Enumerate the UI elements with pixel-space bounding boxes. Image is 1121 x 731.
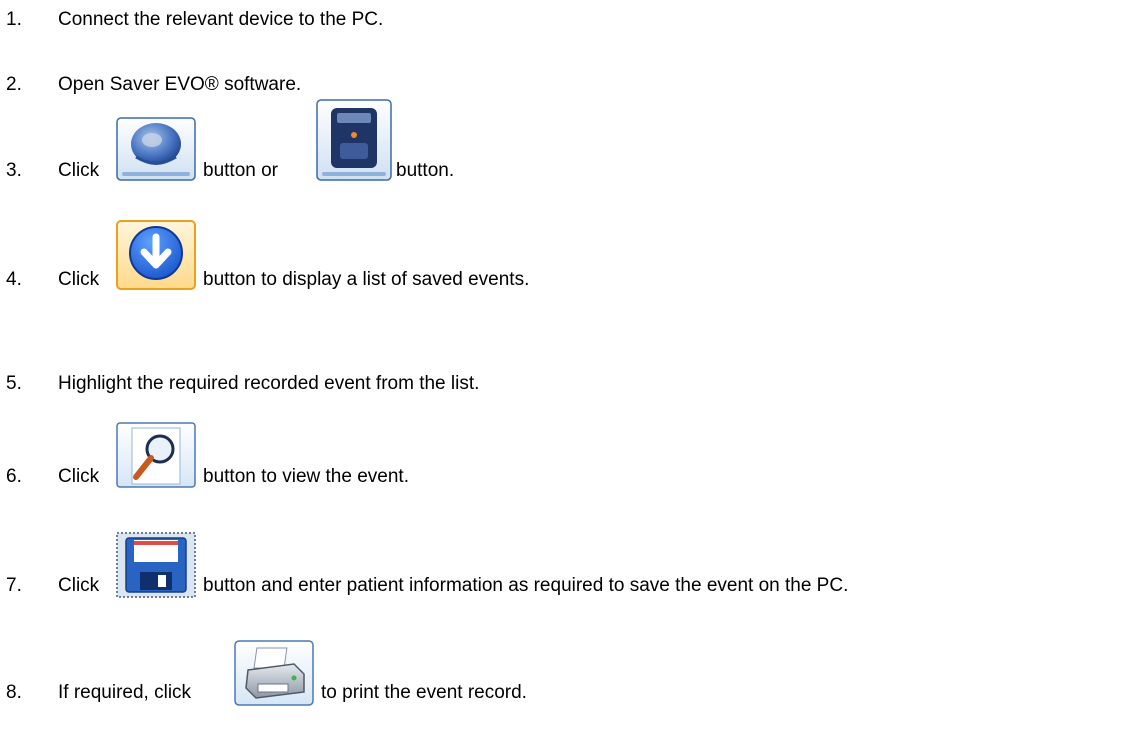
step-text-after: button to view the event. xyxy=(203,466,409,487)
step-text-after: button to display a list of saved events… xyxy=(203,269,530,290)
step-text: Connect the relevant device to the PC. xyxy=(58,9,384,30)
step-text-before: If required, click xyxy=(58,682,192,703)
step-number: 8. xyxy=(6,682,22,703)
disc-device-icon[interactable] xyxy=(116,117,196,181)
download-arrow-icon[interactable] xyxy=(116,220,196,290)
magnifier-view-icon[interactable] xyxy=(116,422,196,488)
step-number: 7. xyxy=(6,575,22,596)
step-text-before: Click xyxy=(58,466,100,487)
step-text-after: button and enter patient information as … xyxy=(203,575,849,596)
step-text-after: to print the event record. xyxy=(321,682,527,703)
step-text-middle: button or xyxy=(203,160,278,181)
step-number: 1. xyxy=(6,9,22,30)
step-text: Highlight the required recorded event fr… xyxy=(58,373,480,394)
step-number: 4. xyxy=(6,269,22,290)
step-number: 5. xyxy=(6,373,22,394)
defibrillator-device-icon[interactable] xyxy=(316,99,392,181)
step-text-before: Click xyxy=(58,160,100,181)
step-text-after: button. xyxy=(396,160,455,181)
step-text: Open Saver EVO® software. xyxy=(58,74,302,95)
step-text-before: Click xyxy=(58,575,100,596)
floppy-save-icon[interactable] xyxy=(116,532,196,598)
step-number: 3. xyxy=(6,160,22,181)
printer-icon[interactable] xyxy=(234,640,314,706)
step-number: 6. xyxy=(6,466,22,487)
step-text-before: Click xyxy=(58,269,100,290)
step-number: 2. xyxy=(6,74,22,95)
